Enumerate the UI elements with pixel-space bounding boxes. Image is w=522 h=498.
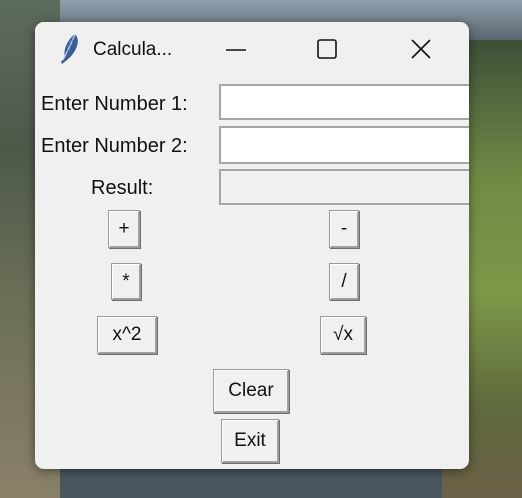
calculator-window: Calcula... Enter Number 1: Enter Number …: [35, 22, 469, 469]
feather-icon: [61, 33, 78, 64]
result-field: [219, 169, 469, 205]
number1-label: Enter Number 1:: [41, 93, 188, 115]
divide-button[interactable]: /: [329, 263, 359, 300]
square-button[interactable]: x^2: [97, 316, 157, 354]
number2-label: Enter Number 2:: [41, 135, 188, 157]
exit-button[interactable]: Exit: [221, 419, 279, 463]
clear-button[interactable]: Clear: [213, 369, 289, 413]
add-button[interactable]: +: [108, 210, 140, 248]
number1-input[interactable]: [219, 84, 469, 120]
result-label: Result:: [91, 177, 154, 199]
close-icon[interactable]: [401, 32, 441, 68]
minimize-icon[interactable]: [215, 32, 255, 68]
maximize-icon[interactable]: [307, 32, 347, 68]
window-title: Calcula...: [93, 39, 173, 60]
title-bar[interactable]: Calcula...: [35, 22, 469, 78]
number2-input[interactable]: [219, 126, 469, 164]
subtract-button[interactable]: -: [329, 210, 359, 248]
multiply-button[interactable]: *: [111, 263, 141, 300]
sqrt-button[interactable]: √x: [320, 316, 366, 354]
